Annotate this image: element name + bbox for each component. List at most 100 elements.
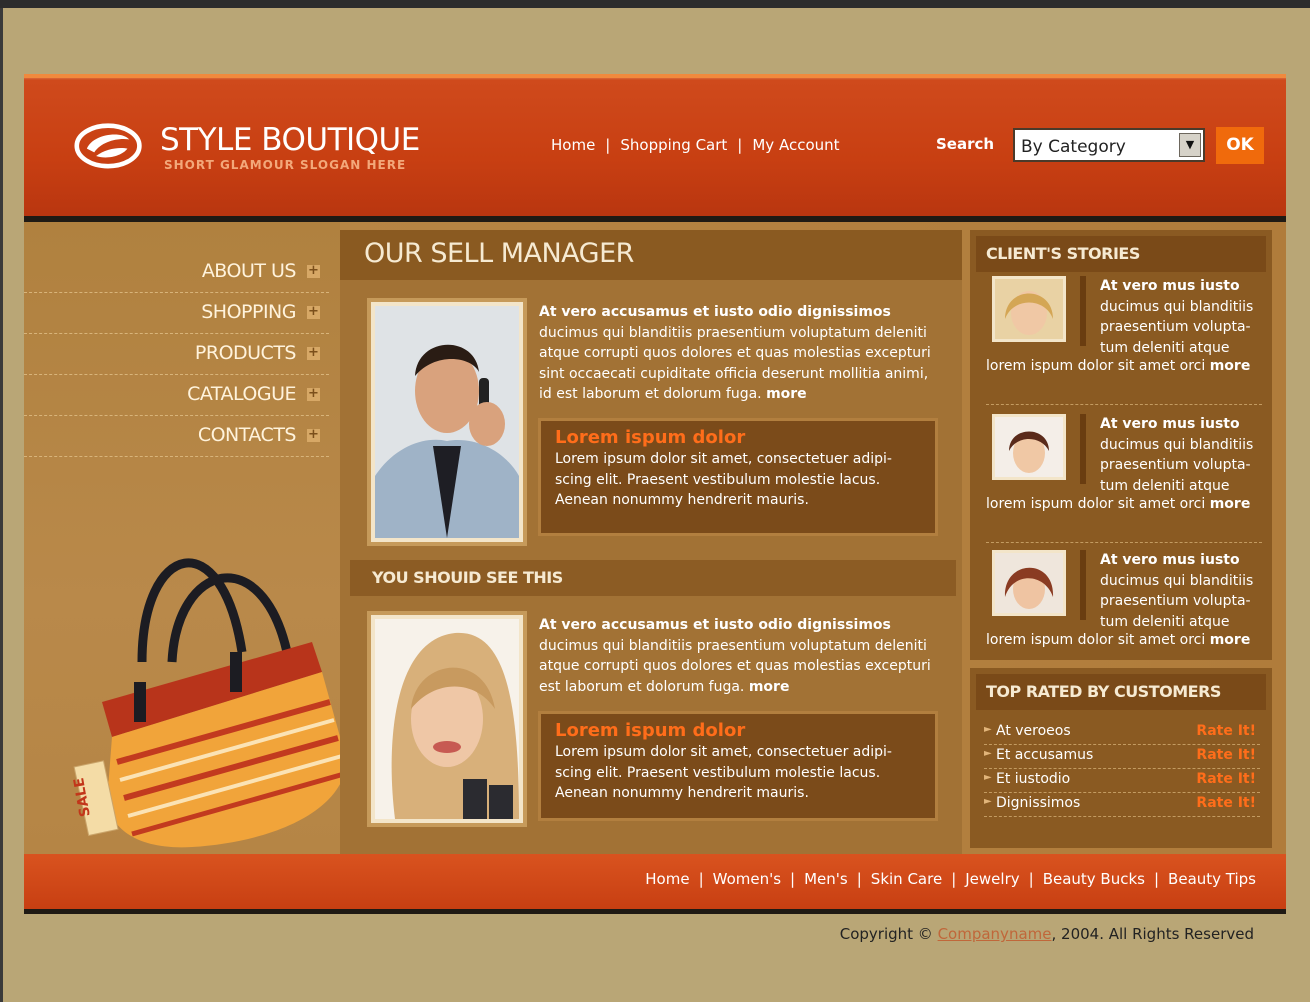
sidebar-item-shopping[interactable]: SHOPPING + bbox=[24, 293, 329, 334]
article2-box: Lorem ispum dolor Lorem ipsum dolor sit … bbox=[538, 711, 938, 821]
story-summary-text: lorem ispum dolor sit amet orci bbox=[986, 496, 1206, 512]
story-item: At vero mus iusto ducimus qui blanditiis… bbox=[986, 276, 1262, 405]
site-footer: Home | Women's | Men's | Skin Care | Jewelry | Bea… bbox=[24, 854, 1286, 914]
top-rated-header: TOP RATED BY CUSTOMERS bbox=[976, 674, 1266, 710]
nav-shopping-cart-link[interactable]: Shopping Cart bbox=[620, 136, 727, 154]
rated-item[interactable]: ► Dignissimos Rate It! bbox=[984, 792, 1260, 817]
story-summary-text: lorem ispum dolor sit amet orci bbox=[986, 358, 1206, 374]
article2-heading: At vero accusamus et iusto odio dignissi… bbox=[539, 617, 891, 633]
arrow-right-icon: ► bbox=[984, 748, 992, 759]
copyright: Copyright © Companyname, 2004. All Right… bbox=[840, 925, 1254, 943]
rate-it-link[interactable]: Rate It! bbox=[1196, 771, 1256, 787]
sidebar-item-contacts[interactable]: CONTACTS + bbox=[24, 416, 329, 457]
plus-icon: + bbox=[307, 427, 320, 442]
story-more-link[interactable]: more bbox=[1210, 358, 1251, 374]
article1-box: Lorem ispum dolor Lorem ipsum dolor sit … bbox=[538, 418, 938, 536]
page-title: OUR SELL MANAGER bbox=[364, 238, 634, 269]
story-heading: At vero mus iusto bbox=[1100, 278, 1240, 294]
window-top-bar bbox=[0, 0, 1310, 8]
footer-link-beauty-tips[interactable]: Beauty Tips bbox=[1168, 870, 1256, 888]
nav-home-link[interactable]: Home bbox=[551, 136, 595, 154]
story-thumbnail bbox=[992, 414, 1066, 480]
site-container: STYLE BOUTIQUE SHORT GLAMOUR SLOGAN HERE… bbox=[24, 74, 1286, 914]
footer-link-mens[interactable]: Men's bbox=[804, 870, 848, 888]
plus-icon: + bbox=[307, 263, 320, 278]
article1-box-heading: Lorem ispum dolor bbox=[555, 427, 746, 448]
story-item: At vero mus iusto ducimus qui blanditiis… bbox=[986, 414, 1262, 543]
plus-icon: + bbox=[307, 304, 320, 319]
story-divider bbox=[1080, 414, 1086, 484]
rated-item-name[interactable]: Et iustodio bbox=[996, 771, 1070, 787]
footer-link-home[interactable]: Home bbox=[645, 870, 689, 888]
nav-my-account-link[interactable]: My Account bbox=[752, 136, 839, 154]
sidebar-item-products[interactable]: PRODUCTS + bbox=[24, 334, 329, 375]
right-sidebar: CLIENT'S STORIES At vero mus iusto ducim… bbox=[970, 230, 1272, 854]
woman-portrait-image bbox=[375, 619, 519, 819]
rated-item[interactable]: ► At veroeos Rate It! bbox=[984, 720, 1260, 745]
category-select[interactable]: By Category ▼ bbox=[1013, 128, 1205, 162]
sidebar: ABOUT US + SHOPPING + PRODUCTS + CATALOG… bbox=[24, 222, 347, 854]
article2-box-heading: Lorem ispum dolor bbox=[555, 720, 746, 741]
sidebar-item-label: ABOUT US bbox=[201, 260, 297, 282]
chevron-down-icon[interactable]: ▼ bbox=[1179, 133, 1201, 157]
rated-item[interactable]: ► Et accusamus Rate It! bbox=[984, 744, 1260, 769]
window-left-edge bbox=[0, 8, 3, 1002]
story-heading: At vero mus iusto bbox=[1100, 416, 1240, 432]
story-item: At vero mus iusto ducimus qui blanditiis… bbox=[986, 550, 1262, 678]
article1-text: At vero accusamus et iusto odio dignissi… bbox=[539, 302, 939, 405]
footer-link-beauty-bucks[interactable]: Beauty Bucks bbox=[1043, 870, 1145, 888]
footer-nav: Home | Women's | Men's | Skin Care | Jewelry | Bea… bbox=[645, 870, 1256, 888]
sidebar-item-about-us[interactable]: ABOUT US + bbox=[24, 252, 329, 293]
plus-icon: + bbox=[307, 386, 320, 401]
client-stories-header: CLIENT'S STORIES bbox=[976, 236, 1266, 272]
content-area: ABOUT US + SHOPPING + PRODUCTS + CATALOG… bbox=[24, 222, 1286, 854]
main-content: OUR SELL MANAGER At vero accusamus et iu… bbox=[340, 230, 962, 854]
rate-it-link[interactable]: Rate It! bbox=[1196, 795, 1256, 811]
rate-it-link[interactable]: Rate It! bbox=[1196, 723, 1256, 739]
logo-slogan: SHORT GLAMOUR SLOGAN HERE bbox=[164, 158, 407, 172]
rated-item[interactable]: ► Et iustodio Rate It! bbox=[984, 768, 1260, 793]
client-portrait-image bbox=[995, 279, 1063, 339]
footer-link-womens[interactable]: Women's bbox=[713, 870, 781, 888]
story-summary: lorem ispum dolor sit amet orci more bbox=[986, 632, 1250, 648]
top-rated-panel: TOP RATED BY CUSTOMERS ► At veroeos Rate… bbox=[970, 668, 1272, 848]
plus-icon: + bbox=[307, 345, 320, 360]
copyright-prefix: Copyright © bbox=[839, 925, 933, 943]
story-text: At vero mus iusto ducimus qui blanditiis… bbox=[1100, 550, 1260, 632]
story-more-link[interactable]: more bbox=[1210, 632, 1251, 648]
article2-body: ducimus qui blanditiis praesentium volup… bbox=[539, 637, 931, 695]
sidebar-item-catalogue[interactable]: CATALOGUE + bbox=[24, 375, 329, 416]
sidebar-item-label: PRODUCTS bbox=[194, 342, 297, 364]
story-thumbnail bbox=[992, 550, 1066, 616]
story-more-link[interactable]: more bbox=[1210, 496, 1251, 512]
ok-button[interactable]: OK bbox=[1216, 127, 1264, 164]
rated-item-name[interactable]: Dignissimos bbox=[996, 795, 1080, 811]
company-link[interactable]: Companyname bbox=[938, 925, 1052, 943]
article2-box-body: Lorem ipsum dolor sit amet, consectetuer… bbox=[555, 744, 892, 801]
rated-item-name[interactable]: Et accusamus bbox=[996, 747, 1093, 763]
story-body: ducimus qui blanditiis praesentium volup… bbox=[1100, 572, 1254, 630]
client-portrait-image bbox=[995, 417, 1063, 477]
story-body: ducimus qui blanditiis praesentium volup… bbox=[1100, 298, 1254, 356]
story-heading: At vero mus iusto bbox=[1100, 552, 1240, 568]
story-divider bbox=[1080, 550, 1086, 620]
footer-link-skin-care[interactable]: Skin Care bbox=[871, 870, 942, 888]
manager-photo bbox=[371, 302, 523, 542]
article2-more-link[interactable]: more bbox=[749, 679, 790, 695]
sidebar-item-label: CONTACTS bbox=[197, 424, 297, 446]
sidebar-item-label: CATALOGUE bbox=[187, 383, 296, 405]
rated-item-name[interactable]: At veroeos bbox=[996, 723, 1071, 739]
arrow-right-icon: ► bbox=[984, 724, 992, 735]
story-text: At vero mus iusto ducimus qui blanditiis… bbox=[1100, 414, 1260, 496]
subsection-title: YOU SHOUID SEE THIS bbox=[372, 568, 563, 587]
arrow-right-icon: ► bbox=[984, 772, 992, 783]
rate-it-link[interactable]: Rate It! bbox=[1196, 747, 1256, 763]
story-divider bbox=[1080, 276, 1086, 346]
sidebar-item-label: SHOPPING bbox=[201, 301, 296, 323]
article1-more-link[interactable]: more bbox=[766, 386, 807, 402]
footer-link-jewelry[interactable]: Jewelry bbox=[965, 870, 1019, 888]
story-summary: lorem ispum dolor sit amet orci more bbox=[986, 496, 1250, 512]
story-text: At vero mus iusto ducimus qui blanditiis… bbox=[1100, 276, 1260, 358]
shopping-bag-image bbox=[73, 558, 347, 848]
category-select-value: By Category bbox=[1021, 137, 1126, 157]
